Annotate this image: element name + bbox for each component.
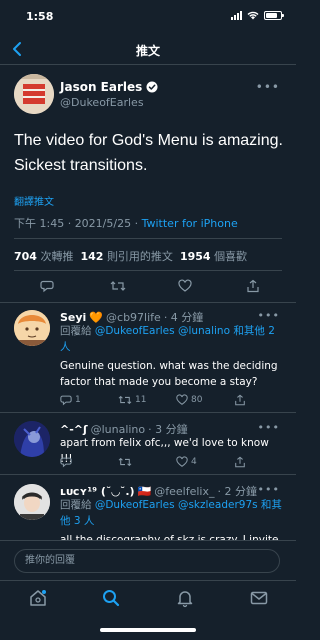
quote-count[interactable]: 142 則引用的推文: [80, 248, 172, 264]
divider: [14, 270, 282, 271]
share-button[interactable]: [246, 279, 260, 293]
share-icon: [235, 456, 245, 468]
reply-to-line: 回覆給 @DukeofEarles @lunalino 和其他 2 人: [60, 325, 275, 353]
divider: [0, 540, 296, 541]
verified-badge-icon: [146, 81, 158, 93]
page-title: 推文: [135, 44, 160, 58]
like-icon: [176, 456, 188, 467]
translate-link[interactable]: 翻譯推文: [14, 193, 54, 208]
client-link[interactable]: Twitter for iPhone: [142, 217, 238, 230]
share-button[interactable]: [234, 394, 246, 406]
reply-icon: [40, 280, 54, 293]
reply-input[interactable]: 推你的回覆: [14, 549, 280, 573]
share-icon: [247, 279, 259, 293]
author-handle[interactable]: @DukeofEarles: [60, 96, 144, 109]
retweet-button[interactable]: [110, 279, 126, 293]
reply-icon: [60, 395, 72, 406]
reply-avatar[interactable]: [14, 421, 50, 457]
like-button[interactable]: [178, 279, 192, 293]
divider: [14, 238, 282, 239]
like-icon: [176, 394, 188, 405]
like-count[interactable]: 1954 個喜歡: [180, 248, 247, 264]
like-button[interactable]: 80: [176, 394, 202, 406]
reply-text: Genuine question. what was the deciding …: [60, 360, 278, 388]
header-divider: [0, 64, 296, 65]
tabbar-divider: [0, 580, 296, 581]
like-button[interactable]: 4: [176, 456, 197, 468]
tweet-timestamp: 下午 1:45 · 2021/5/25 · Twitter for iPhone: [14, 217, 238, 230]
retweet-icon: [118, 395, 132, 405]
retweet-icon: [118, 457, 132, 467]
divider: [0, 302, 296, 303]
more-icon[interactable]: •••: [258, 421, 280, 434]
divider: [0, 412, 296, 413]
status-time: 1:58: [26, 10, 54, 23]
messages-icon[interactable]: [249, 588, 269, 608]
signal-icon: [231, 11, 242, 20]
tweet-stats: 704 次轉推 142 則引用的推文 1954 個喜歡: [14, 248, 247, 264]
retweet-button[interactable]: 11: [118, 394, 146, 406]
chile-flag-emoji: 🇨🇱: [137, 484, 152, 498]
share-icon: [235, 394, 245, 406]
like-icon: [178, 279, 192, 292]
retweet-button[interactable]: [118, 456, 135, 468]
reply-button[interactable]: [60, 456, 75, 468]
retweet-icon: [110, 281, 126, 291]
more-icon[interactable]: •••: [258, 483, 280, 496]
more-icon[interactable]: •••: [256, 80, 280, 94]
author-avatar[interactable]: [14, 74, 54, 114]
retweet-count[interactable]: 704 次轉推: [14, 248, 73, 264]
wifi-icon: [247, 11, 259, 20]
more-icon[interactable]: •••: [258, 309, 280, 322]
status-icons: [231, 11, 284, 20]
notifications-icon[interactable]: [175, 588, 195, 608]
reply-text: apart from felix ofc,,, we'd love to kno…: [60, 437, 269, 465]
author-name[interactable]: Jason Earles: [60, 80, 158, 94]
search-icon[interactable]: [101, 588, 121, 608]
home-icon[interactable]: [28, 588, 48, 608]
share-button[interactable]: [234, 456, 246, 468]
reply-avatar[interactable]: [14, 484, 50, 520]
tweet-text: The video for God's Menu is amazing. Sic…: [14, 132, 283, 174]
reply-icon: [60, 457, 72, 468]
reply-button[interactable]: 1: [60, 394, 81, 406]
heart-emoji: 🧡: [89, 310, 104, 324]
reply-avatar[interactable]: [14, 310, 50, 346]
reply-button[interactable]: [40, 279, 54, 293]
battery-icon: [264, 11, 284, 20]
reply-to-line: 回覆給 @DukeofEarles @skzleader97s 和其他 3 人: [60, 499, 282, 527]
home-indicator: [100, 628, 196, 632]
divider: [0, 474, 296, 475]
